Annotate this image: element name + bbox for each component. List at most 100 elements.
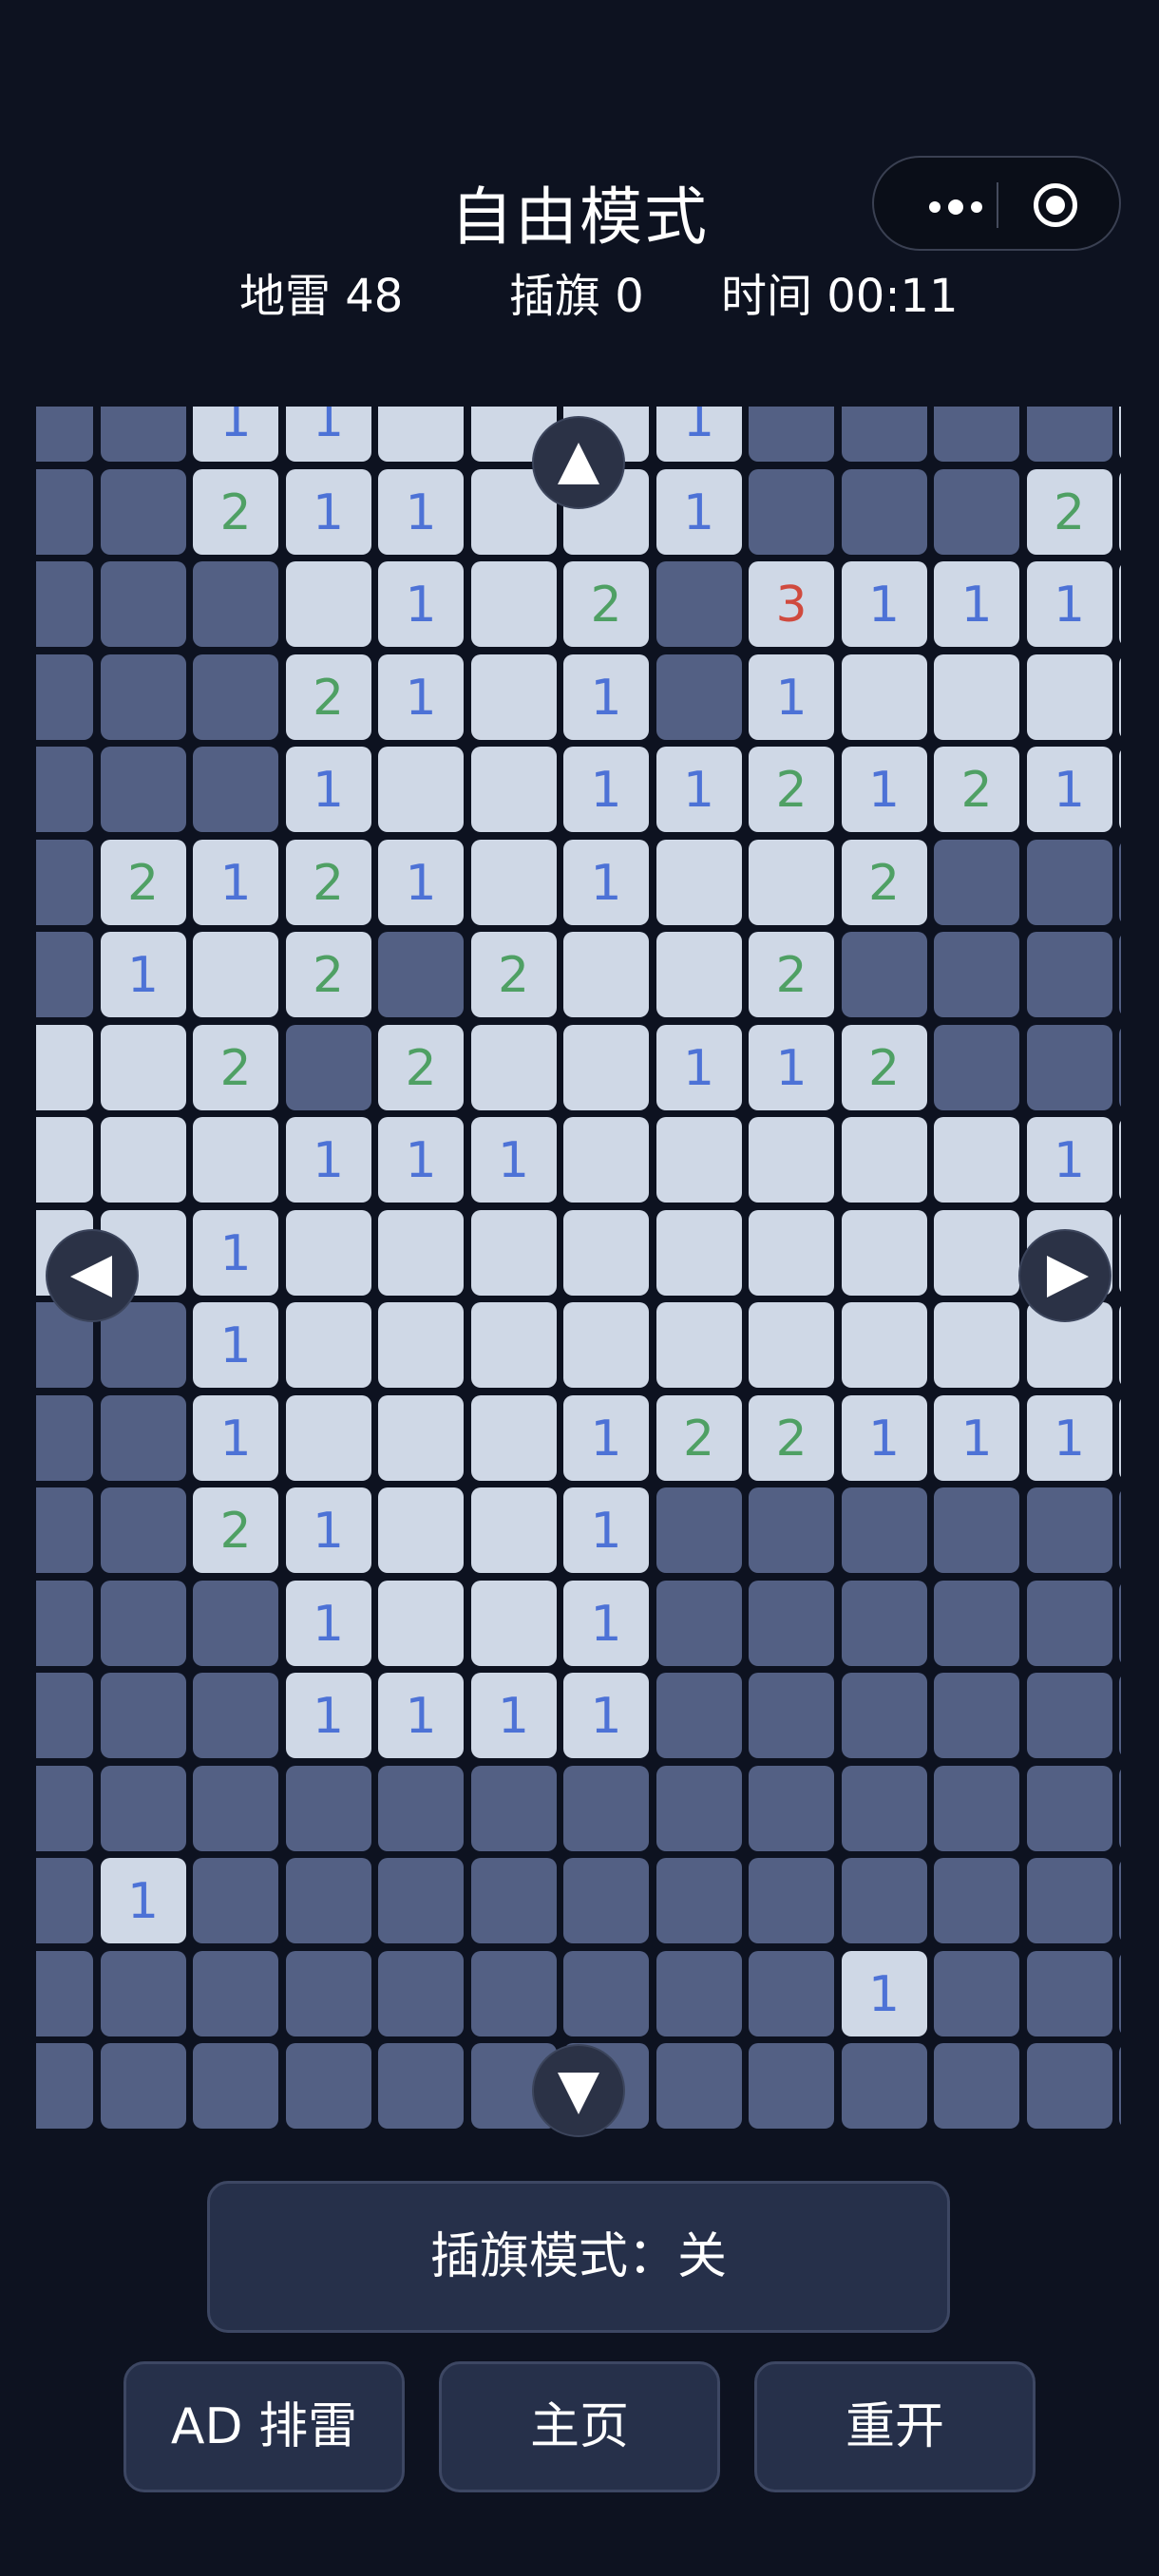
- open-cell[interactable]: [749, 1302, 834, 1388]
- hidden-cell[interactable]: [563, 1765, 649, 1851]
- hidden-cell[interactable]: [100, 1765, 186, 1851]
- hidden-cell[interactable]: [841, 1580, 927, 1666]
- open-cell[interactable]: [285, 1302, 371, 1388]
- hidden-cell[interactable]: [193, 653, 278, 740]
- open-cell[interactable]: [36, 1117, 93, 1203]
- hidden-cell[interactable]: [378, 2043, 464, 2129]
- hidden-cell[interactable]: [1026, 2043, 1112, 2129]
- flag-mode-toggle-button[interactable]: 插旗模式：关: [207, 2181, 950, 2333]
- hidden-cell[interactable]: [378, 1950, 464, 2036]
- hidden-cell[interactable]: [193, 1858, 278, 1943]
- hidden-cell[interactable]: [1026, 1487, 1112, 1573]
- hidden-cell[interactable]: [1119, 1024, 1121, 1110]
- hidden-cell[interactable]: [934, 1487, 1019, 1573]
- hidden-cell[interactable]: [934, 1765, 1019, 1851]
- open-cell[interactable]: [470, 561, 557, 647]
- hidden-cell[interactable]: [1119, 1673, 1121, 1758]
- hidden-cell[interactable]: [36, 468, 93, 555]
- hidden-cell[interactable]: [841, 1858, 927, 1943]
- hidden-cell[interactable]: [841, 1765, 927, 1851]
- number-cell[interactable]: 1: [563, 1580, 649, 1666]
- hidden-cell[interactable]: [36, 653, 93, 740]
- hidden-cell[interactable]: [656, 561, 742, 647]
- hidden-cell[interactable]: [656, 2043, 742, 2129]
- hidden-cell[interactable]: [934, 1024, 1019, 1110]
- number-cell[interactable]: 2: [563, 561, 649, 647]
- number-cell[interactable]: 1: [100, 1858, 186, 1943]
- hidden-cell[interactable]: [1119, 839, 1121, 925]
- hidden-cell[interactable]: [36, 839, 93, 925]
- hidden-cell[interactable]: [934, 1673, 1019, 1758]
- number-cell[interactable]: 1: [563, 653, 649, 740]
- hidden-cell[interactable]: [934, 1858, 1019, 1943]
- hidden-cell[interactable]: [100, 2043, 186, 2129]
- hidden-cell[interactable]: [193, 747, 278, 832]
- open-cell[interactable]: [841, 653, 927, 740]
- open-cell[interactable]: [36, 1024, 93, 1110]
- hidden-cell[interactable]: [749, 2043, 834, 2129]
- hidden-cell[interactable]: [656, 1580, 742, 1666]
- open-cell[interactable]: [841, 1302, 927, 1388]
- number-cell[interactable]: 1: [285, 1117, 371, 1203]
- number-cell[interactable]: 1: [285, 747, 371, 832]
- hidden-cell[interactable]: [656, 1765, 742, 1851]
- open-cell[interactable]: [563, 932, 649, 1017]
- open-cell[interactable]: [934, 653, 1019, 740]
- hidden-cell[interactable]: [36, 1858, 93, 1943]
- hidden-cell[interactable]: [1119, 1580, 1121, 1666]
- scroll-left-arrow-icon[interactable]: [46, 1229, 139, 1322]
- open-cell[interactable]: [285, 1209, 371, 1296]
- open-cell[interactable]: [934, 1209, 1019, 1296]
- hidden-cell[interactable]: [193, 1765, 278, 1851]
- hidden-cell[interactable]: [1026, 839, 1112, 925]
- hidden-cell[interactable]: [378, 932, 464, 1017]
- number-cell[interactable]: 1: [378, 1673, 464, 1758]
- hidden-cell[interactable]: [193, 1580, 278, 1666]
- hidden-cell[interactable]: [285, 1765, 371, 1851]
- open-cell[interactable]: [193, 932, 278, 1017]
- hidden-cell[interactable]: [749, 1580, 834, 1666]
- open-cell[interactable]: [656, 1117, 742, 1203]
- number-cell[interactable]: 2: [193, 468, 278, 555]
- open-cell[interactable]: [656, 1209, 742, 1296]
- scroll-up-arrow-icon[interactable]: [532, 416, 625, 509]
- hidden-cell[interactable]: [1119, 1858, 1121, 1943]
- open-cell[interactable]: [1119, 561, 1121, 647]
- number-cell[interactable]: 2: [841, 1024, 927, 1110]
- hidden-cell[interactable]: [100, 1580, 186, 1666]
- number-cell[interactable]: 2: [841, 839, 927, 925]
- open-cell[interactable]: [285, 561, 371, 647]
- hidden-cell[interactable]: [656, 653, 742, 740]
- hidden-cell[interactable]: [1119, 1950, 1121, 2036]
- hidden-cell[interactable]: [36, 1765, 93, 1851]
- number-cell[interactable]: 1: [378, 1117, 464, 1203]
- open-cell[interactable]: [470, 1209, 557, 1296]
- open-cell[interactable]: [563, 1302, 649, 1388]
- hidden-cell[interactable]: [100, 468, 186, 555]
- hidden-cell[interactable]: [749, 1950, 834, 2036]
- number-cell[interactable]: 1: [470, 1117, 557, 1203]
- minesweeper-board[interactable]: 1111211121123111211111121211212112122222…: [36, 407, 1121, 2145]
- hidden-cell[interactable]: [1026, 1858, 1112, 1943]
- number-cell[interactable]: 1: [285, 1580, 371, 1666]
- hidden-cell[interactable]: [1026, 1673, 1112, 1758]
- open-cell[interactable]: [470, 1302, 557, 1388]
- open-cell[interactable]: [749, 1117, 834, 1203]
- number-cell[interactable]: 1: [841, 1950, 927, 2036]
- hidden-cell[interactable]: [934, 932, 1019, 1017]
- open-cell[interactable]: [470, 747, 557, 832]
- number-cell[interactable]: 1: [656, 468, 742, 555]
- hidden-cell[interactable]: [1026, 1950, 1112, 2036]
- number-cell[interactable]: 1: [193, 407, 278, 462]
- number-cell[interactable]: 1: [285, 1487, 371, 1573]
- number-cell[interactable]: 2: [470, 932, 557, 1017]
- hidden-cell[interactable]: [749, 407, 834, 462]
- number-cell[interactable]: 2: [193, 1487, 278, 1573]
- number-cell[interactable]: 2: [285, 839, 371, 925]
- hidden-cell[interactable]: [470, 1858, 557, 1943]
- hidden-cell[interactable]: [749, 1487, 834, 1573]
- hidden-cell[interactable]: [470, 1765, 557, 1851]
- number-cell[interactable]: 1: [1119, 407, 1121, 462]
- number-cell[interactable]: 1: [285, 407, 371, 462]
- number-cell[interactable]: 1: [749, 653, 834, 740]
